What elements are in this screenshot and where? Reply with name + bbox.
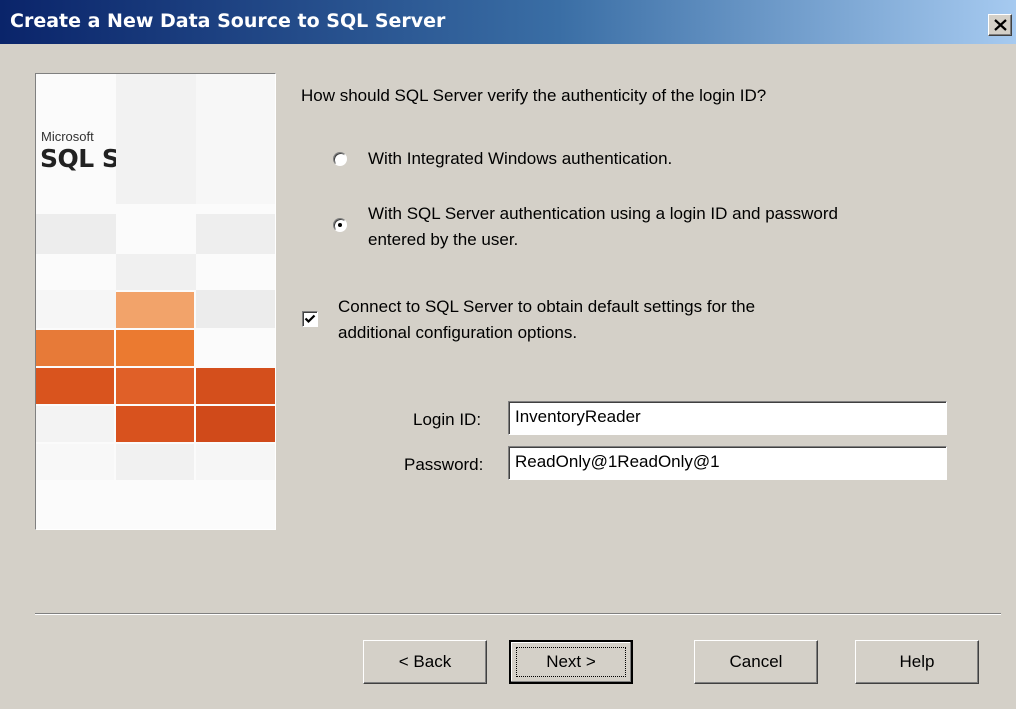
banner-tile: [116, 330, 194, 366]
banner-tile: [116, 254, 196, 290]
radio-windows-auth-label[interactable]: With Integrated Windows authentication.: [368, 148, 672, 170]
banner-tile: [196, 290, 275, 328]
radio-windows-auth[interactable]: [333, 152, 347, 166]
cancel-button-label: Cancel: [729, 652, 783, 671]
product-banner: Microsoft SQL Server2005: [35, 73, 276, 530]
checkmark-icon: [304, 314, 316, 324]
banner-tile: [36, 444, 114, 480]
connect-label-line1[interactable]: Connect to SQL Server to obtain default …: [338, 296, 755, 318]
close-button[interactable]: [988, 14, 1012, 36]
window-title: Create a New Data Source to SQL Server: [10, 10, 446, 32]
login-id-label: Login ID:: [413, 410, 482, 429]
banner-tile: [36, 290, 116, 328]
next-button[interactable]: Next >: [509, 640, 633, 684]
banner-tile: [196, 214, 275, 254]
auth-question: How should SQL Server verify the authent…: [301, 86, 767, 105]
help-button-label: Help: [899, 652, 935, 671]
cancel-button[interactable]: Cancel: [694, 640, 818, 684]
radio-sql-auth-label-line2[interactable]: entered by the user.: [368, 229, 518, 251]
close-icon: [994, 19, 1007, 31]
back-button[interactable]: < Back: [363, 640, 487, 684]
focus-rect: [516, 647, 626, 677]
title-bar: Create a New Data Source to SQL Server: [0, 0, 1016, 44]
banner-tile: [116, 368, 194, 404]
banner-tile: [116, 292, 194, 328]
connect-checkbox[interactable]: [302, 311, 318, 327]
radio-sql-auth[interactable]: [333, 218, 347, 232]
back-button-label: < Back: [398, 652, 452, 671]
banner-tile: [196, 406, 275, 442]
connect-label-line2[interactable]: additional configuration options.: [338, 322, 577, 344]
radio-selected-dot: [338, 223, 342, 227]
banner-tile: [196, 444, 275, 480]
banner-tile: [36, 368, 114, 404]
banner-tile: [196, 368, 275, 404]
radio-sql-auth-label-line1[interactable]: With SQL Server authentication using a l…: [368, 203, 838, 225]
banner-tile: [116, 406, 194, 442]
help-button[interactable]: Help: [855, 640, 979, 684]
brand-microsoft: Microsoft: [41, 129, 94, 144]
banner-tile: [36, 406, 114, 442]
banner-tile: [36, 330, 114, 366]
banner-tile: [116, 74, 196, 204]
banner-tile: [116, 444, 194, 480]
banner-tile: [196, 74, 275, 204]
footer-separator: [35, 613, 1001, 615]
banner-tile: [36, 214, 116, 254]
password-input[interactable]: ReadOnly@1ReadOnly@1: [508, 446, 947, 480]
login-id-input[interactable]: InventoryReader: [508, 401, 947, 435]
password-label: Password:: [404, 455, 484, 474]
